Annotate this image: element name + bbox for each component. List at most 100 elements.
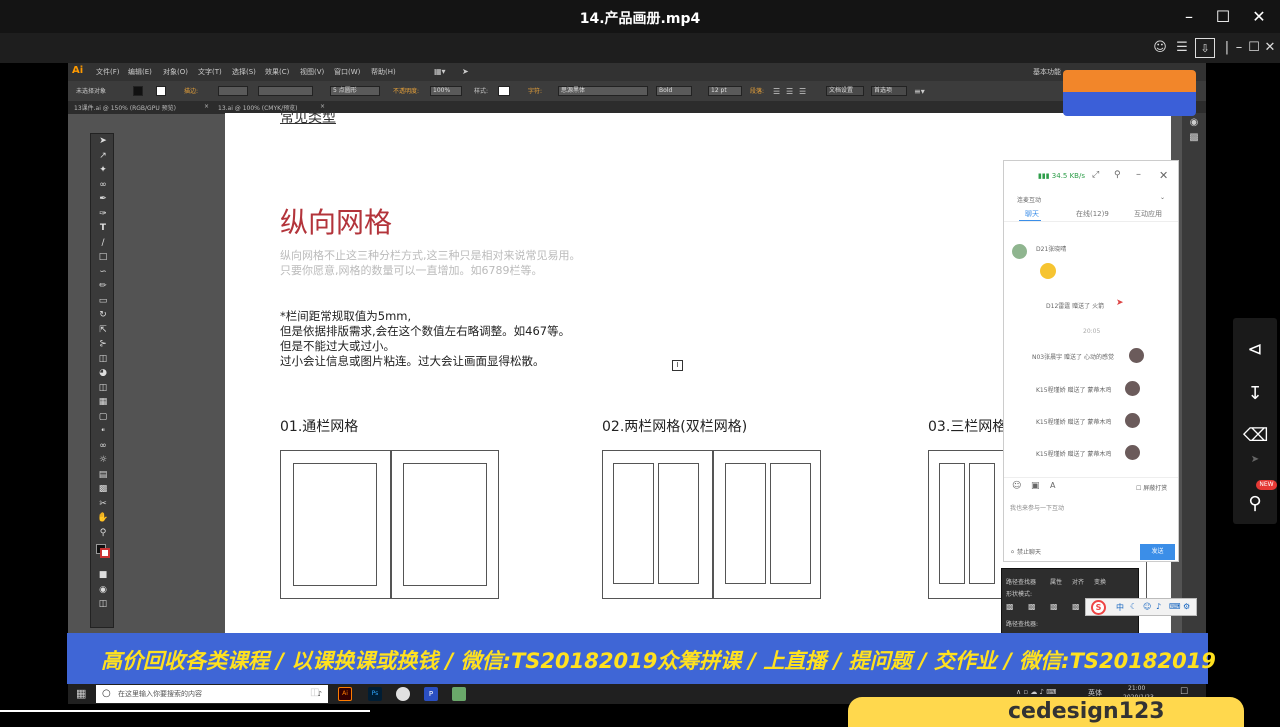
download-icon[interactable]: ↧: [1243, 382, 1267, 406]
send-button[interactable]: 发送: [1140, 544, 1175, 560]
download-icon[interactable]: ⇩: [1195, 38, 1215, 58]
tab-properties[interactable]: 属性: [1050, 577, 1062, 586]
single-column-grid[interactable]: [280, 450, 499, 599]
chat-section-label[interactable]: 连麦互动: [1017, 195, 1041, 204]
block-gifts-checkbox[interactable]: ☐ 屏蔽打赏: [1136, 483, 1167, 492]
align-right-icon[interactable]: ☰: [799, 86, 806, 97]
illustrator-taskbar-icon[interactable]: Ai: [338, 687, 352, 701]
menu-select[interactable]: 选择(S): [232, 67, 256, 77]
doc-tab-close-1[interactable]: ×: [204, 103, 209, 110]
tab-transform[interactable]: 变换: [1094, 577, 1106, 586]
chrome-taskbar-icon[interactable]: [396, 687, 410, 701]
tray-time[interactable]: 21:00: [1128, 685, 1145, 692]
rectangle-tool-icon[interactable]: □: [91, 250, 115, 265]
doc-tab-1[interactable]: 13课件.ai @ 150% (RGB/GPU 预览): [74, 103, 176, 112]
prefs-button[interactable]: 首选项: [871, 86, 907, 96]
gradient-tool-icon[interactable]: ▢: [91, 410, 115, 425]
ime-toolbar[interactable]: S 中 ☾ ☺ ♪ ⌨ ⚙: [1085, 598, 1197, 616]
more-options-icon[interactable]: ≡▾: [914, 86, 925, 97]
arrange-icon[interactable]: ▦▾: [434, 67, 446, 76]
align-left-icon[interactable]: ☰: [773, 86, 780, 97]
ime-punct-icon[interactable]: ☾: [1130, 602, 1137, 611]
lasso-tool-icon[interactable]: ∞: [91, 178, 115, 193]
pencil-tool-icon[interactable]: ✏: [91, 279, 115, 294]
scale-tool-icon[interactable]: ⇱: [91, 323, 115, 338]
windows-start-icon[interactable]: ▦: [76, 687, 86, 700]
trash-icon[interactable]: ⌫: [1243, 424, 1268, 448]
menu-window[interactable]: 窗口(W): [334, 67, 360, 77]
ime-tools-icon[interactable]: ⚙: [1183, 602, 1190, 611]
graph-tool-icon[interactable]: ▤: [91, 468, 115, 483]
mute-toggle[interactable]: ⚪ 禁止聊天: [1010, 547, 1041, 556]
minimize-icon[interactable]: –: [1136, 169, 1141, 180]
photoshop-taskbar-icon[interactable]: Ps: [368, 687, 382, 701]
tab-pathfinder[interactable]: 路径查找器: [1006, 577, 1036, 586]
chevron-down-icon[interactable]: ⌄: [1160, 194, 1165, 201]
para-label[interactable]: 段落:: [750, 86, 764, 97]
brush-field[interactable]: 5 点圆形: [330, 86, 380, 96]
weight-field[interactable]: Bold: [656, 86, 692, 96]
minimize-button[interactable]: –: [1175, 4, 1203, 30]
image-icon[interactable]: ▣: [1031, 481, 1040, 491]
artboard-tool-icon[interactable]: ▩: [91, 482, 115, 497]
minus-front-icon[interactable]: ▩: [1028, 602, 1036, 611]
line-tool-icon[interactable]: ∕: [91, 236, 115, 251]
menu-type[interactable]: 文字(T): [198, 67, 222, 77]
pen-tool-icon[interactable]: ✒: [91, 192, 115, 207]
direct-select-tool-icon[interactable]: ↗: [91, 149, 115, 164]
draw-mode-icon[interactable]: ◉: [91, 583, 115, 598]
curvature-tool-icon[interactable]: ✑: [91, 207, 115, 222]
exclude-icon[interactable]: ▩: [1072, 602, 1080, 611]
paintbrush-tool-icon[interactable]: ∽: [91, 265, 115, 280]
font-icon[interactable]: A: [1050, 481, 1055, 490]
workspace-label[interactable]: 基本功能: [1033, 67, 1061, 77]
stroke-swatch[interactable]: [156, 86, 166, 96]
zoom-tool-icon[interactable]: ⚲: [91, 526, 115, 541]
tab-online[interactable]: 在线(12)9: [1076, 209, 1109, 219]
close-icon[interactable]: ✕: [1159, 169, 1168, 182]
blend-tool-icon[interactable]: ∞: [91, 439, 115, 454]
rotate-tool-icon[interactable]: ↻: [91, 308, 115, 323]
perspective-tool-icon[interactable]: ◫: [91, 381, 115, 396]
video-progress-bar[interactable]: [0, 710, 370, 712]
notification-icon[interactable]: ☐: [1180, 687, 1188, 697]
smile-icon[interactable]: ☺: [1012, 481, 1021, 491]
share-icon[interactable]: ⊲: [1243, 338, 1267, 362]
image-viewer-taskbar-icon[interactable]: [452, 687, 466, 701]
width-tool-icon[interactable]: ⊱: [91, 337, 115, 352]
app-taskbar-icon[interactable]: P: [424, 687, 438, 701]
pin-icon[interactable]: ⚲: [1243, 492, 1267, 516]
type-tool-icon[interactable]: T: [91, 221, 115, 236]
mesh-tool-icon[interactable]: ▦: [91, 395, 115, 410]
shape-builder-tool-icon[interactable]: ◕: [91, 366, 115, 381]
mini-close-icon[interactable]: ✕: [1260, 38, 1280, 58]
char-label[interactable]: 字符:: [528, 86, 542, 97]
free-transform-tool-icon[interactable]: ◫: [91, 352, 115, 367]
screen-mode-icon[interactable]: ◫: [91, 597, 115, 612]
maximize-button[interactable]: ☐: [1209, 4, 1237, 30]
slice-tool-icon[interactable]: ✂: [91, 497, 115, 512]
menu-edit[interactable]: 编辑(E): [128, 67, 152, 77]
hand-tool-icon[interactable]: ✋: [91, 511, 115, 526]
menu-object[interactable]: 对象(O): [163, 67, 188, 77]
symbol-sprayer-tool-icon[interactable]: ☼: [91, 453, 115, 468]
style-swatch[interactable]: [498, 86, 510, 96]
layers-panel-icon[interactable]: ▩: [1182, 132, 1206, 143]
menu-view[interactable]: 视图(V): [300, 67, 324, 77]
tray-icons[interactable]: ∧ ▫ ☁ ♪ ⌨: [1016, 688, 1056, 696]
chat-input[interactable]: 我也来参与一下互动: [1010, 503, 1064, 512]
opacity-label[interactable]: 不透明度:: [393, 86, 419, 97]
send-icon[interactable]: ➤: [462, 67, 469, 76]
expand-icon[interactable]: ⤢: [1092, 170, 1099, 180]
color-mode-icon[interactable]: ■: [91, 568, 115, 583]
task-view-icon[interactable]: ◫: [310, 687, 319, 698]
appearance-panel-icon[interactable]: ◉: [1182, 117, 1206, 128]
taskbar-search-input[interactable]: ○ 在这里输入你要搜索的内容 ♪: [96, 685, 328, 703]
font-field[interactable]: 思源黑体: [558, 86, 648, 96]
tab-chat[interactable]: 聊天: [1025, 209, 1039, 219]
menu-effect[interactable]: 效果(C): [265, 67, 289, 77]
unite-icon[interactable]: ▩: [1006, 602, 1014, 611]
fill-swatch[interactable]: [133, 86, 143, 96]
tab-apps[interactable]: 互动应用: [1134, 209, 1162, 219]
ime-keyboard-icon[interactable]: ⌨: [1169, 602, 1181, 611]
